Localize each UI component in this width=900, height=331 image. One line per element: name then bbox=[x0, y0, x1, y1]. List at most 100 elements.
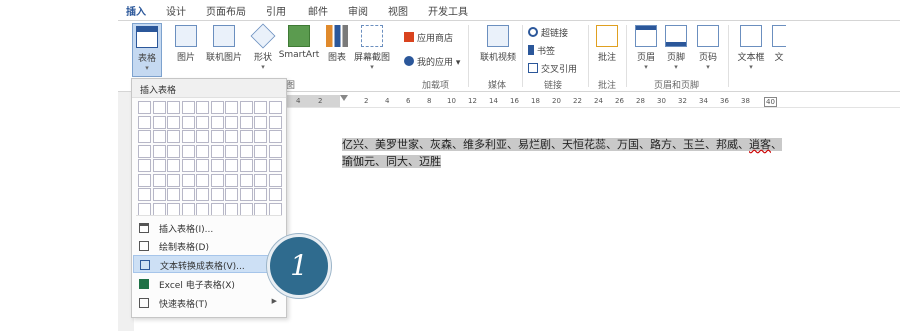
table-grid-cell[interactable] bbox=[167, 144, 180, 158]
table-grid-cell[interactable] bbox=[254, 159, 267, 172]
table-size-grid[interactable] bbox=[138, 101, 282, 216]
table-grid-cell[interactable] bbox=[225, 101, 238, 114]
table-grid-cell[interactable] bbox=[239, 130, 253, 143]
table-grid-cell[interactable] bbox=[268, 115, 282, 129]
table-grid-cell[interactable] bbox=[196, 130, 209, 143]
shapes-button[interactable]: 形状 ▾ bbox=[250, 23, 276, 77]
table-grid-cell[interactable] bbox=[196, 144, 209, 158]
smartart-button[interactable]: SmartArt bbox=[278, 23, 320, 77]
table-grid-cell[interactable] bbox=[152, 101, 166, 114]
table-grid-cell[interactable] bbox=[239, 202, 253, 216]
menu-item-insert-table[interactable]: 插入表格(I)... bbox=[133, 219, 285, 237]
table-grid-cell[interactable] bbox=[225, 173, 238, 187]
menu-item-convert-text-to-table[interactable]: 文本转换成表格(V)... bbox=[133, 255, 285, 273]
table-grid-cell[interactable] bbox=[254, 202, 267, 216]
table-grid-cell[interactable] bbox=[138, 188, 151, 201]
table-grid-cell[interactable] bbox=[268, 159, 282, 172]
table-grid-cell[interactable] bbox=[152, 188, 166, 201]
table-grid-cell[interactable] bbox=[181, 115, 195, 129]
table-grid-cell[interactable] bbox=[225, 144, 238, 158]
table-grid-cell[interactable] bbox=[268, 173, 282, 187]
table-grid-cell[interactable] bbox=[196, 202, 209, 216]
table-grid-cell[interactable] bbox=[268, 144, 282, 158]
table-grid-cell[interactable] bbox=[181, 144, 195, 158]
table-grid-cell[interactable] bbox=[196, 188, 209, 201]
table-grid-cell[interactable] bbox=[152, 115, 166, 129]
tab-design[interactable]: 设计 bbox=[166, 3, 186, 18]
screenshot-button[interactable]: 屏幕截图 ▾ bbox=[352, 23, 392, 77]
table-grid-cell[interactable] bbox=[152, 202, 166, 216]
table-grid-cell[interactable] bbox=[268, 188, 282, 201]
table-button[interactable]: 表格 ▾ bbox=[132, 23, 162, 77]
online-picture-button[interactable]: 联机图片 bbox=[202, 23, 246, 77]
table-grid-cell[interactable] bbox=[181, 159, 195, 172]
table-grid-cell[interactable] bbox=[210, 173, 224, 187]
tab-references[interactable]: 引用 bbox=[266, 3, 286, 18]
table-grid-cell[interactable] bbox=[210, 144, 224, 158]
tab-page-layout[interactable]: 页面布局 bbox=[206, 3, 246, 18]
table-grid-cell[interactable] bbox=[152, 173, 166, 187]
comment-button[interactable]: 批注 bbox=[594, 23, 620, 77]
table-grid-cell[interactable] bbox=[254, 173, 267, 187]
menu-item-draw-table[interactable]: 绘制表格(D) bbox=[133, 237, 285, 255]
chart-button[interactable]: 图表 bbox=[326, 23, 348, 77]
table-grid-cell[interactable] bbox=[225, 159, 238, 172]
table-grid-cell[interactable] bbox=[181, 202, 195, 216]
menu-item-excel-spreadsheet[interactable]: Excel 电子表格(X) bbox=[133, 275, 285, 293]
table-grid-cell[interactable] bbox=[239, 173, 253, 187]
tab-view[interactable]: 视图 bbox=[388, 3, 408, 18]
table-grid-cell[interactable] bbox=[167, 159, 180, 172]
textbox-button[interactable]: 文本框 ▾ bbox=[734, 23, 768, 77]
document-body[interactable]: 亿兴、美罗世家、灰森、维多利亚、易烂剧、天恒花蕊、万国、路方、玉兰、邦威、逍客、… bbox=[342, 136, 782, 170]
table-grid-cell[interactable] bbox=[254, 130, 267, 143]
table-grid-cell[interactable] bbox=[268, 130, 282, 143]
table-grid-cell[interactable] bbox=[167, 188, 180, 201]
horizontal-ruler[interactable]: 4 2 2 4 6 8 10 12 14 16 18 20 22 24 26 2… bbox=[252, 95, 900, 108]
table-grid-cell[interactable] bbox=[152, 144, 166, 158]
bookmark-button[interactable]: 书签 bbox=[528, 44, 555, 57]
table-grid-cell[interactable] bbox=[152, 130, 166, 143]
table-grid-cell[interactable] bbox=[167, 202, 180, 216]
table-grid-cell[interactable] bbox=[254, 188, 267, 201]
picture-button[interactable]: 图片 bbox=[174, 23, 198, 77]
table-grid-cell[interactable] bbox=[254, 101, 267, 114]
table-grid-cell[interactable] bbox=[181, 101, 195, 114]
table-grid-cell[interactable] bbox=[138, 144, 151, 158]
table-grid-cell[interactable] bbox=[210, 115, 224, 129]
table-grid-cell[interactable] bbox=[210, 202, 224, 216]
tab-mailings[interactable]: 邮件 bbox=[308, 3, 328, 18]
tab-review[interactable]: 审阅 bbox=[348, 3, 368, 18]
table-grid-cell[interactable] bbox=[167, 115, 180, 129]
table-grid-cell[interactable] bbox=[268, 101, 282, 114]
table-grid-cell[interactable] bbox=[225, 188, 238, 201]
tab-developer[interactable]: 开发工具 bbox=[428, 3, 468, 18]
cross-reference-button[interactable]: 交叉引用 bbox=[528, 62, 577, 75]
table-grid-cell[interactable] bbox=[138, 173, 151, 187]
table-grid-cell[interactable] bbox=[210, 188, 224, 201]
table-grid-cell[interactable] bbox=[210, 101, 224, 114]
table-grid-cell[interactable] bbox=[239, 115, 253, 129]
table-grid-cell[interactable] bbox=[210, 130, 224, 143]
table-grid-cell[interactable] bbox=[196, 173, 209, 187]
tab-insert[interactable]: 插入 bbox=[120, 3, 152, 22]
table-grid-cell[interactable] bbox=[167, 101, 180, 114]
table-grid-cell[interactable] bbox=[138, 101, 151, 114]
table-grid-cell[interactable] bbox=[239, 188, 253, 201]
table-grid-cell[interactable] bbox=[138, 130, 151, 143]
table-grid-cell[interactable] bbox=[239, 144, 253, 158]
table-grid-cell[interactable] bbox=[167, 130, 180, 143]
table-grid-cell[interactable] bbox=[181, 130, 195, 143]
table-grid-cell[interactable] bbox=[254, 115, 267, 129]
table-grid-cell[interactable] bbox=[225, 130, 238, 143]
table-grid-cell[interactable] bbox=[138, 115, 151, 129]
table-grid-cell[interactable] bbox=[196, 159, 209, 172]
table-grid-cell[interactable] bbox=[268, 202, 282, 216]
page-number-button[interactable]: 页码 ▾ bbox=[696, 23, 720, 77]
table-grid-cell[interactable] bbox=[181, 173, 195, 187]
table-grid-cell[interactable] bbox=[181, 188, 195, 201]
indent-marker[interactable] bbox=[340, 95, 348, 101]
table-grid-cell[interactable] bbox=[225, 115, 238, 129]
table-grid-cell[interactable] bbox=[239, 101, 253, 114]
text-more-button[interactable]: 文 bbox=[772, 23, 786, 77]
app-store-button[interactable]: 应用商店 bbox=[404, 31, 453, 44]
